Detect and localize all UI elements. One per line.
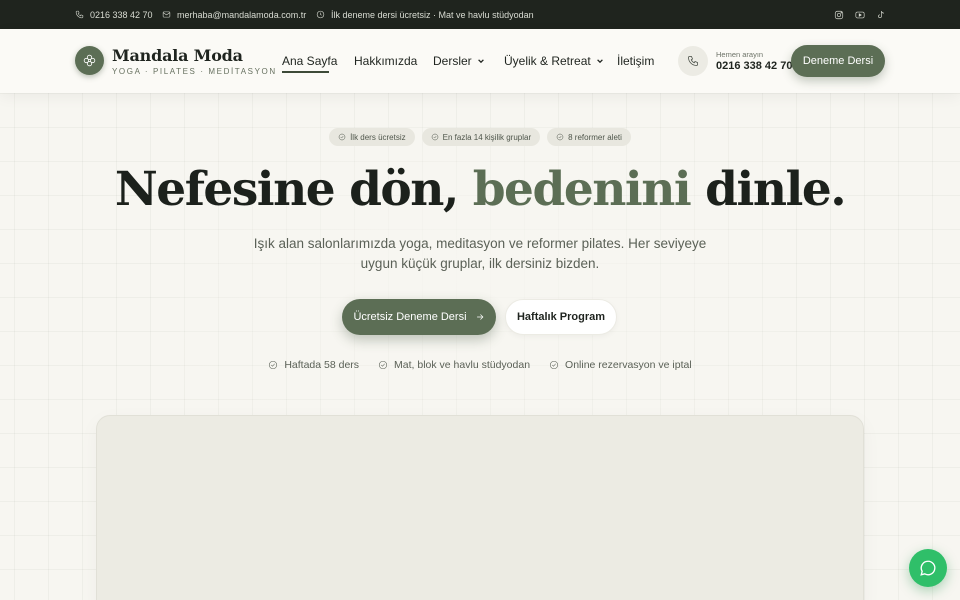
trial-class-button[interactable]: Deneme Dersi — [791, 45, 885, 77]
nav-about-label[interactable]: Hakkımızda — [354, 54, 417, 68]
nav-membership[interactable]: Üyelik & Retreat — [504, 54, 604, 68]
hero-title-accent: bedenini — [472, 162, 692, 217]
nav-home[interactable]: Ana Sayfa — [282, 54, 337, 68]
free-trial-button-label: Ücretsiz Deneme Dersi — [353, 311, 467, 323]
check-circle-icon — [549, 360, 559, 370]
chevron-down-icon — [596, 59, 603, 64]
feature-label: Haftada 58 ders — [284, 359, 360, 371]
nav-active-indicator — [282, 71, 329, 73]
hero-media-card — [96, 415, 864, 600]
check-circle-icon — [269, 360, 278, 370]
top-bar: 0216 338 42 70 merhaba@mandalamoda.com.t… — [0, 0, 960, 29]
hero-chip: En fazla 14 kişilik gruplar — [421, 128, 541, 146]
topbar-phone[interactable]: 0216 338 42 70 — [75, 0, 153, 29]
flower-logo-icon — [83, 54, 96, 67]
check-circle-icon — [431, 133, 438, 141]
nav-contact[interactable]: İletişim — [617, 54, 654, 68]
hero-chip-label: İlk ders ücretsiz — [350, 132, 406, 142]
chat-bubble-icon — [920, 560, 936, 576]
phone-icon — [688, 56, 698, 66]
check-circle-icon — [378, 360, 388, 370]
nav-about[interactable]: Hakkımızda — [354, 54, 417, 68]
nav-membership-label: Üyelik & Retreat — [504, 54, 591, 68]
nav-membership-link[interactable]: Üyelik & Retreat — [504, 54, 604, 68]
social-links — [834, 0, 886, 29]
nav-classes-label: Dersler — [433, 54, 472, 68]
topbar-email-text: merhaba@mandalamoda.com.tr — [177, 9, 307, 20]
arrow-right-icon — [476, 314, 483, 320]
check-circle-icon — [338, 133, 346, 141]
hero-chip: 8 reformer aleti — [547, 128, 631, 146]
instagram-icon[interactable] — [834, 10, 844, 20]
call-label: Hemen arayın — [716, 50, 764, 59]
topbar-phone-text: 0216 338 42 70 — [90, 9, 153, 20]
tiktok-icon[interactable] — [876, 10, 886, 20]
chevron-down-icon — [477, 59, 484, 64]
brand-name[interactable]: Mandala Moda — [112, 46, 243, 65]
hero-chips: İlk ders ücretsiz En fazla 14 kişilik gr… — [0, 128, 960, 146]
free-trial-button[interactable]: Ücretsiz Deneme Dersi — [342, 299, 496, 335]
hero-subtitle: Işık alan salonlarımızda yoga, meditasyo… — [253, 236, 707, 271]
topbar-notice-text: İlk deneme dersi ücretsiz · Mat ve havlu… — [331, 9, 534, 20]
hero-title-part2: dinle. — [690, 162, 847, 217]
call-number[interactable]: 0216 338 42 70 — [716, 60, 792, 72]
hero-chip-label: 8 reformer aleti — [568, 132, 622, 142]
weekly-schedule-button[interactable]: Haftalık Program — [505, 299, 617, 335]
nav-home-label[interactable]: Ana Sayfa — [282, 54, 337, 68]
logo-mark[interactable] — [75, 46, 104, 75]
mail-icon — [162, 11, 171, 18]
youtube-icon[interactable] — [855, 10, 865, 20]
check-circle-icon — [556, 133, 564, 141]
call-button[interactable] — [678, 46, 708, 76]
hero-chip-label: En fazla 14 kişilik gruplar — [442, 132, 532, 142]
feature-item: Online rezervasyon ve iptal — [549, 359, 692, 371]
feature-item: Haftada 58 ders — [268, 359, 359, 371]
feature-label: Online rezervasyon ve iptal — [565, 359, 692, 371]
nav-classes[interactable]: Dersler — [433, 54, 485, 68]
topbar-notice: İlk deneme dersi ücretsiz · Mat ve havlu… — [316, 0, 534, 29]
feature-label: Mat, blok ve havlu stüdyodan — [394, 359, 531, 371]
hero-features: Haftada 58 ders Mat, blok ve havlu stüdy… — [0, 359, 960, 371]
clock-icon — [316, 10, 325, 19]
chat-button[interactable] — [909, 549, 947, 587]
nav-classes-link[interactable]: Dersler — [433, 54, 485, 68]
hero-title: Nefesine dön, bedenini dinle. — [0, 162, 960, 217]
nav-contact-label[interactable]: İletişim — [617, 54, 654, 68]
brand-tagline: YOGA · PILATES · MEDİTASYON — [112, 67, 277, 76]
feature-item: Mat, blok ve havlu stüdyodan — [378, 359, 530, 371]
phone-icon — [75, 10, 84, 19]
hero-title-part1: Nefesine dön, — [114, 162, 473, 217]
hero-chip: İlk ders ücretsiz — [329, 128, 415, 146]
topbar-email[interactable]: merhaba@mandalamoda.com.tr — [162, 0, 306, 29]
